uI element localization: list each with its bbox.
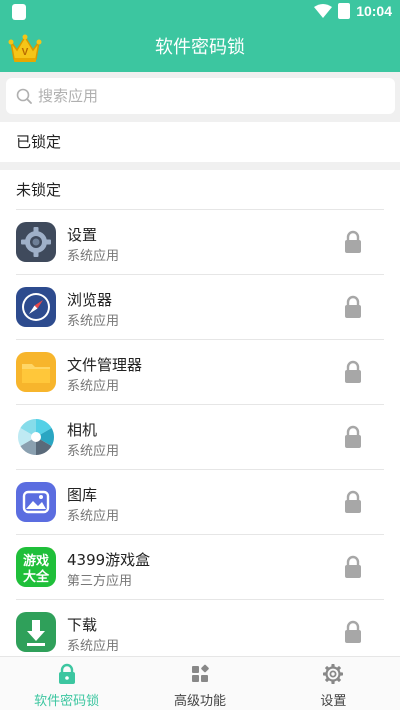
gallery-icon [16, 482, 56, 522]
lock-icon[interactable] [343, 555, 363, 579]
list-item[interactable]: 设置 系统应用 [0, 210, 400, 275]
folder-icon [16, 352, 56, 392]
list-item[interactable]: 游戏 大全 4399游戏盒 第三方应用 [0, 535, 400, 600]
bottom-nav: 软件密码锁 高级功能 设置 [0, 656, 400, 710]
app-type: 第三方应用 [67, 574, 133, 589]
lock-icon[interactable] [343, 620, 363, 644]
game-box-text-bottom: 大全 [23, 569, 50, 585]
game-box-text-top: 游戏 [23, 553, 49, 569]
list-item[interactable]: 相机 系统应用 [0, 405, 400, 470]
unlocked-section-header[interactable]: 未锁定 [0, 170, 400, 210]
wifi-icon [314, 4, 333, 18]
app-name: 相机 [67, 421, 98, 439]
tab-settings[interactable]: 设置 [267, 657, 400, 710]
lock-icon[interactable] [343, 230, 363, 254]
app-list: 设置 系统应用 浏览器 系统应用 文件管理器 系统应用 相机 系统应用 图库 系… [0, 210, 400, 665]
section-separator [0, 162, 400, 170]
list-item[interactable]: 文件管理器 系统应用 [0, 340, 400, 405]
tab-label: 设置 [320, 694, 347, 709]
game-box-icon: 游戏 大全 [16, 547, 56, 587]
app-name: 设置 [67, 226, 98, 244]
search-area [0, 72, 400, 122]
notification-icon [12, 4, 26, 20]
list-item[interactable]: 图库 系统应用 [0, 470, 400, 535]
status-bar: 10:04 [0, 0, 400, 24]
app-type: 系统应用 [67, 444, 120, 459]
app-type: 系统应用 [67, 249, 120, 264]
tab-app-lock[interactable]: 软件密码锁 [0, 657, 133, 710]
search-box[interactable] [6, 78, 395, 114]
app-name: 文件管理器 [67, 356, 143, 374]
list-item[interactable]: 浏览器 系统应用 [0, 275, 400, 340]
download-icon [16, 612, 56, 652]
app-type: 系统应用 [67, 379, 120, 394]
app-name: 浏览器 [67, 291, 113, 309]
app-bar: V 软件密码锁 [0, 24, 400, 72]
status-indicators: 10:04 [314, 3, 392, 19]
lock-icon[interactable] [343, 425, 363, 449]
settings-app-icon [16, 222, 56, 262]
tab-label: 软件密码锁 [34, 694, 100, 709]
gear-icon [323, 664, 344, 684]
app-name: 下载 [67, 616, 98, 634]
lock-icon [58, 663, 75, 684]
page-title: 软件密码锁 [155, 37, 245, 58]
app-name: 4399游戏盒 [67, 551, 151, 569]
search-icon [16, 88, 32, 104]
camera-aperture-icon [16, 417, 56, 457]
tab-label: 高级功能 [173, 694, 226, 709]
grid-icon [191, 664, 209, 682]
locked-section-header[interactable]: 已锁定 [0, 122, 400, 162]
app-type: 系统应用 [67, 639, 120, 654]
status-time: 10:04 [356, 3, 392, 19]
app-type: 系统应用 [67, 314, 120, 329]
lock-icon[interactable] [343, 360, 363, 384]
battery-icon [338, 3, 351, 19]
browser-compass-icon [16, 287, 56, 327]
search-input[interactable] [38, 86, 378, 106]
app-type: 系统应用 [67, 509, 120, 524]
lock-icon[interactable] [343, 490, 363, 514]
app-name: 图库 [67, 486, 98, 504]
lock-icon[interactable] [343, 295, 363, 319]
tab-advanced[interactable]: 高级功能 [133, 657, 266, 710]
